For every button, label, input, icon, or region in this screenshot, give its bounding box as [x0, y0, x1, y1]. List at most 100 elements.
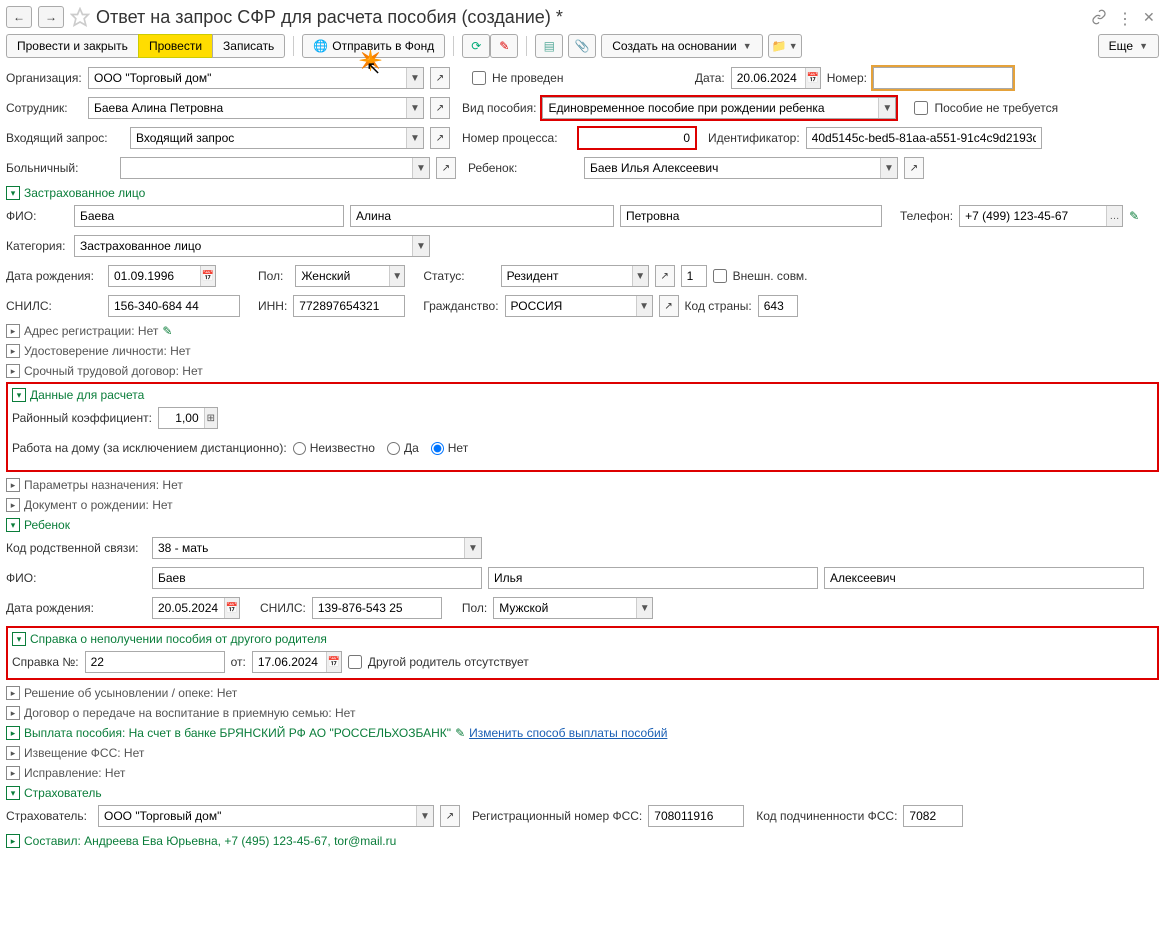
dropdown-button[interactable]: ▼: [632, 266, 648, 286]
forward-button[interactable]: →: [38, 6, 64, 28]
params-section[interactable]: ▸ Параметры назначения: Нет: [6, 478, 1159, 492]
patronymic-input[interactable]: [621, 206, 881, 226]
dropdown-button[interactable]: ▼: [406, 128, 423, 148]
folder-button[interactable]: 📁▼: [768, 34, 802, 58]
contract-section[interactable]: ▸ Срочный трудовой договор: Нет: [6, 364, 1159, 378]
attach-button[interactable]: 📎: [568, 34, 596, 58]
radio-yes[interactable]: Да: [387, 441, 419, 455]
status-code-input[interactable]: [682, 266, 706, 286]
insurer-section-header[interactable]: ▾ Страхователь: [6, 786, 1159, 800]
external-checkbox[interactable]: [713, 269, 727, 283]
edit-address-icon[interactable]: ✎: [162, 324, 172, 338]
calendar-button[interactable]: 📅: [805, 68, 820, 88]
process-input[interactable]: [579, 128, 695, 148]
open-ext-button[interactable]: ↗: [436, 157, 456, 179]
link-icon[interactable]: [1091, 9, 1107, 25]
save-button[interactable]: Записать: [212, 34, 285, 58]
child-snils-input[interactable]: [313, 598, 441, 618]
date-input[interactable]: [732, 68, 805, 88]
coefficient-input[interactable]: [159, 408, 204, 428]
benefit-type-input[interactable]: [543, 98, 878, 118]
status-input[interactable]: [502, 266, 632, 286]
fss-notice-section[interactable]: ▸ Извещение ФСС: Нет: [6, 746, 1159, 760]
dropdown-button[interactable]: ▼: [636, 296, 652, 316]
open-ext-button[interactable]: ↗: [430, 67, 450, 89]
category-input[interactable]: [75, 236, 412, 256]
dropdown-button[interactable]: ▼: [880, 158, 897, 178]
refresh-button[interactable]: ⟳: [462, 34, 490, 58]
name-input[interactable]: [351, 206, 613, 226]
radio-no[interactable]: Нет: [431, 441, 468, 455]
child-name-input[interactable]: [489, 568, 817, 588]
cert-date-input[interactable]: [253, 652, 326, 672]
citizenship-input[interactable]: [506, 296, 636, 316]
not-posted-checkbox[interactable]: [472, 71, 486, 85]
identifier-input[interactable]: [807, 128, 1041, 148]
relationship-input[interactable]: [153, 538, 464, 558]
sub-code-input[interactable]: [904, 806, 962, 826]
open-ext-button[interactable]: ↗: [655, 265, 675, 287]
birth-date-input[interactable]: [109, 266, 200, 286]
dropdown-button[interactable]: ▼: [416, 806, 433, 826]
radio-unknown[interactable]: Неизвестно: [293, 441, 375, 455]
identity-section[interactable]: ▸ Удостоверение личности: Нет: [6, 344, 1159, 358]
snils-input[interactable]: [109, 296, 239, 316]
other-parent-absent-checkbox[interactable]: [348, 655, 362, 669]
open-ext-button[interactable]: ↗: [430, 127, 450, 149]
foster-section[interactable]: ▸ Договор о передаче на воспитание в при…: [6, 706, 1159, 720]
child-surname-input[interactable]: [153, 568, 481, 588]
edit-payment-icon[interactable]: ✎: [455, 726, 465, 740]
incoming-input[interactable]: [131, 128, 406, 148]
document-icon-button[interactable]: ▤: [535, 34, 563, 58]
birthdoc-section[interactable]: ▸ Документ о рождении: Нет: [6, 498, 1159, 512]
number-input[interactable]: [874, 68, 1012, 88]
dropdown-button[interactable]: ▼: [412, 236, 429, 256]
close-icon[interactable]: ✕: [1143, 9, 1159, 25]
child-input[interactable]: [585, 158, 880, 178]
open-ext-button[interactable]: ↗: [440, 805, 460, 827]
calendar-button[interactable]: 📅: [200, 266, 215, 286]
more-button[interactable]: Еще ▼: [1098, 34, 1159, 58]
benefit-not-needed-checkbox[interactable]: [914, 101, 928, 115]
favorite-icon[interactable]: [70, 7, 90, 27]
child-gender-input[interactable]: [494, 598, 636, 618]
insured-section-header[interactable]: ▾ Застрахованное лицо: [6, 186, 1159, 200]
open-ext-button[interactable]: ↗: [659, 295, 679, 317]
create-based-on-button[interactable]: Создать на основании ▼: [601, 34, 762, 58]
open-ext-button[interactable]: ↗: [904, 157, 924, 179]
employee-input[interactable]: [89, 98, 406, 118]
country-code-input[interactable]: [759, 296, 797, 316]
send-to-fund-button[interactable]: 🌐 Отправить в Фонд: [302, 34, 445, 58]
gender-input[interactable]: [296, 266, 389, 286]
child-birth-input[interactable]: [153, 598, 224, 618]
child-patronymic-input[interactable]: [825, 568, 1143, 588]
surname-input[interactable]: [75, 206, 343, 226]
certificate-section-header[interactable]: ▾ Справка о неполучении пособия от друго…: [12, 632, 1153, 646]
dropdown-button[interactable]: ▼: [389, 266, 404, 286]
edit-phone-icon[interactable]: ✎: [1129, 209, 1139, 223]
open-ext-button[interactable]: ↗: [430, 97, 450, 119]
change-payment-link[interactable]: Изменить способ выплаты пособий: [469, 726, 667, 740]
back-button[interactable]: ←: [6, 6, 32, 28]
post-button[interactable]: Провести: [138, 34, 212, 58]
more-button[interactable]: …: [1106, 206, 1122, 226]
dropdown-button[interactable]: ▼: [406, 98, 423, 118]
calculator-button[interactable]: ⊞: [204, 408, 217, 428]
more-menu-icon[interactable]: ⋮: [1117, 9, 1133, 25]
child-section-header[interactable]: ▾ Ребенок: [6, 518, 1159, 532]
dropdown-button[interactable]: ▼: [406, 68, 423, 88]
insurer-input[interactable]: [99, 806, 416, 826]
adoption-section[interactable]: ▸ Решение об усыновлении / опеке: Нет: [6, 686, 1159, 700]
post-and-close-button[interactable]: Провести и закрыть: [6, 34, 138, 58]
sick-leave-input[interactable]: [121, 158, 412, 178]
calc-section-header[interactable]: ▾ Данные для расчета: [12, 388, 1153, 402]
author-section[interactable]: ▸ Составил: Андреева Ева Юрьевна, +7 (49…: [6, 834, 1159, 848]
inn-input[interactable]: [294, 296, 404, 316]
organization-input[interactable]: [89, 68, 406, 88]
dropdown-button[interactable]: ▼: [412, 158, 429, 178]
payment-section[interactable]: ▸ Выплата пособия: На счет в банке БРЯНС…: [6, 726, 1159, 740]
address-section[interactable]: ▸ Адрес регистрации: Нет ✎: [6, 324, 1159, 338]
dropdown-button[interactable]: ▼: [878, 98, 895, 118]
dropdown-button[interactable]: ▼: [464, 538, 481, 558]
dropdown-button[interactable]: ▼: [636, 598, 652, 618]
